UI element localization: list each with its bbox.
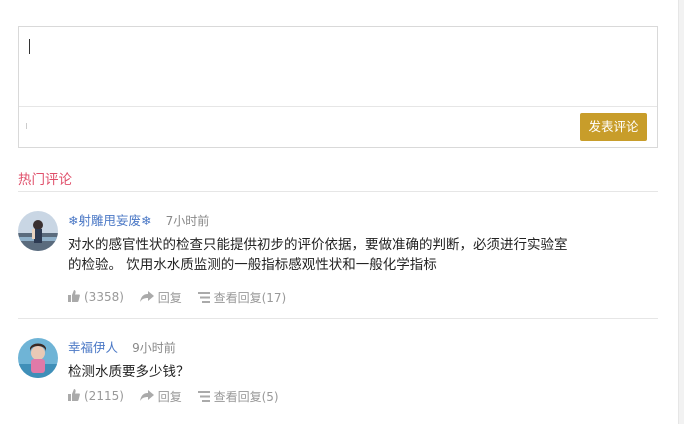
reply-label: 回复: [157, 390, 182, 404]
comment-time: 7小时前: [165, 214, 210, 228]
thumbs-up-icon: [68, 389, 80, 404]
like-count: (3358): [84, 290, 124, 304]
reply-button[interactable]: 回复: [139, 388, 182, 405]
reply-arrow-icon: [139, 390, 154, 405]
comment-textarea[interactable]: [19, 27, 657, 107]
view-replies-label: 查看回复(17): [213, 291, 287, 305]
submit-comment-button[interactable]: 发表评论: [580, 113, 647, 141]
avatar[interactable]: [18, 211, 58, 251]
list-icon: [197, 390, 210, 405]
reply-arrow-icon: [139, 291, 154, 306]
comment-body: 幸福伊人 9小时前 检测水质要多少钱？ (2115) 回复 查看回复(5): [68, 338, 628, 406]
like-button[interactable]: (3358): [68, 290, 124, 305]
comment-actions: (2115) 回复 查看回复(5): [68, 388, 628, 406]
comment-actions: (3358) 回复 查看回复(17): [68, 289, 628, 307]
comment-time: 9小时前: [132, 341, 176, 355]
view-replies-button[interactable]: 查看回复(5): [197, 388, 279, 405]
like-count: (2115): [84, 389, 124, 403]
like-button[interactable]: (2115): [68, 389, 124, 404]
view-replies-button[interactable]: 查看回复(17): [197, 289, 287, 306]
editor-toolbar: 发表评论: [19, 107, 657, 147]
view-replies-label: 查看回复(5): [213, 390, 279, 404]
reply-button[interactable]: 回复: [139, 289, 182, 306]
comment-text: 检测水质要多少钱？: [68, 364, 190, 380]
reply-label: 回复: [157, 291, 182, 305]
comment-body: ❄射雕甩妄废❄ 7小时前 对水的感官性状的检查只能提供初步的评价依据，要做准确的…: [68, 211, 628, 307]
list-icon: [197, 291, 210, 306]
toolbar-marker: [26, 123, 27, 129]
text-caret: [29, 39, 30, 54]
comment-editor: 发表评论: [18, 26, 658, 148]
username-link[interactable]: 幸福伊人: [68, 340, 118, 355]
username-link[interactable]: ❄射雕甩妄废❄: [68, 213, 151, 228]
hot-comments-title: 热门评论: [18, 172, 72, 188]
page-scrollbar[interactable]: [678, 0, 684, 424]
comment-divider: [18, 318, 658, 319]
avatar[interactable]: [18, 338, 58, 378]
section-divider: [18, 191, 658, 192]
comment-text: 对水的感官性状的检查只能提供初步的评价依据，要做准确的判断，必须进行实验室的检验…: [68, 237, 568, 273]
thumbs-up-icon: [68, 290, 80, 305]
